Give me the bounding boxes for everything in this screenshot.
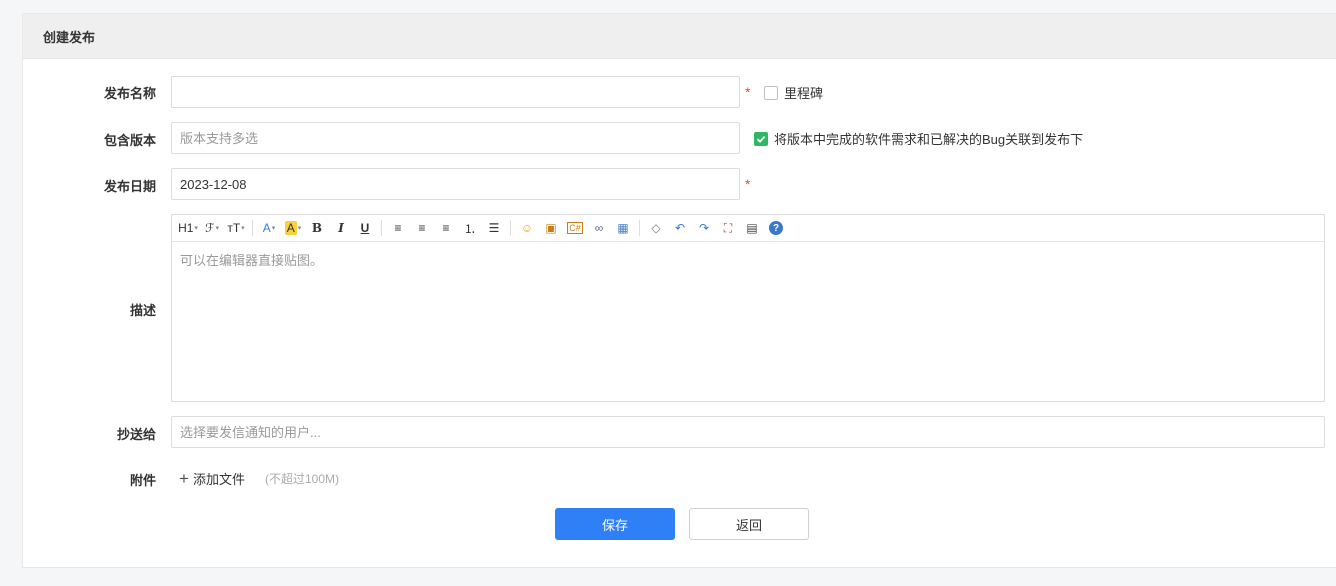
align-center-icon[interactable]: ≡ — [412, 218, 432, 238]
emoji-icon[interactable]: ☺ — [517, 218, 537, 238]
description-label: 描述 — [129, 303, 156, 318]
release-name-input[interactable] — [171, 76, 740, 108]
back-button[interactable]: 返回 — [689, 508, 809, 540]
font-color-icon[interactable]: A ▾ — [259, 218, 279, 238]
heading-icon[interactable]: H1 ▾ — [178, 218, 198, 238]
toolbar-separator — [639, 220, 640, 236]
undo-icon[interactable]: ↶ — [670, 218, 690, 238]
save-button[interactable]: 保存 — [555, 508, 675, 540]
checkbox-icon[interactable] — [764, 85, 778, 100]
align-right-icon[interactable]: ≡ — [436, 218, 456, 238]
milestone-checkbox[interactable]: 里程碑 — [764, 83, 823, 102]
milestone-label: 里程碑 — [784, 86, 824, 101]
table-icon[interactable]: ▦ — [613, 218, 633, 238]
add-file-button[interactable]: + 添加文件 — [179, 469, 245, 488]
fullscreen-icon[interactable]: ⛶ — [718, 218, 738, 238]
ordered-list-icon[interactable]: ⒈ — [460, 218, 480, 238]
required-mark: * — [745, 176, 751, 192]
link-stories-bugs-label: 将版本中完成的软件需求和已解决的Bug关联到发布下 — [774, 132, 1084, 147]
toolbar-separator — [510, 220, 511, 236]
align-left-icon[interactable]: ≡ — [388, 218, 408, 238]
redo-icon[interactable]: ↷ — [694, 218, 714, 238]
font-family-icon[interactable]: ℱ ▾ — [202, 218, 222, 238]
file-size-hint: (不超过100M) — [265, 472, 340, 486]
release-date-label: 发布日期 — [103, 179, 156, 194]
toolbar-separator — [252, 220, 253, 236]
mailto-label: 抄送给 — [116, 427, 156, 442]
bold-icon[interactable]: B — [307, 218, 327, 238]
files-label: 附件 — [129, 473, 156, 488]
highlight-icon[interactable]: A ▾ — [283, 218, 303, 238]
help-icon[interactable]: ? — [766, 218, 786, 238]
editor-content[interactable]: 可以在编辑器直接贴图。 — [172, 242, 1324, 277]
builds-select[interactable] — [171, 122, 740, 154]
required-mark: * — [745, 84, 751, 100]
unordered-list-icon[interactable]: ☰ — [484, 218, 504, 238]
mailto-input[interactable] — [171, 416, 1325, 448]
underline-icon[interactable]: U — [355, 218, 375, 238]
toolbar-separator — [381, 220, 382, 236]
builds-label: 包含版本 — [103, 133, 156, 148]
create-release-panel: 创建发布 发布名称 * 里程碑 包含版本 将版本中完成的软件需求和已解决的Bug… — [22, 13, 1336, 568]
link-stories-bugs-checkbox[interactable]: 将版本中完成的软件需求和已解决的Bug关联到发布下 — [754, 129, 1083, 148]
source-icon[interactable]: ▤ — [742, 218, 762, 238]
check-icon[interactable] — [754, 131, 768, 146]
release-name-label: 发布名称 — [103, 86, 156, 101]
code-icon[interactable]: C# — [565, 218, 585, 238]
release-date-input[interactable] — [171, 168, 740, 200]
add-file-label: 添加文件 — [192, 472, 245, 487]
editor-toolbar: H1 ▾ ℱ ▾ тT ▾ A ▾ A ▾ B I U ≡ ≡ ≡ ⒈ ☰ ☺ ▣ C# ∞ ▦ ◇ ↶ ↷ ⛶ ▤? — [172, 215, 1324, 242]
description-editor[interactable]: H1 ▾ ℱ ▾ тT ▾ A ▾ A ▾ B I U ≡ ≡ ≡ ⒈ ☰ ☺ ▣ C# ∞ ▦ ◇ ↶ ↷ ⛶ ▤? 可以在编辑器直… — [171, 214, 1325, 402]
eraser-icon[interactable]: ◇ — [646, 218, 666, 238]
panel-title: 创建发布 — [23, 14, 1336, 59]
image-icon[interactable]: ▣ — [541, 218, 561, 238]
font-size-icon[interactable]: тT ▾ — [226, 218, 246, 238]
link-icon[interactable]: ∞ — [589, 218, 609, 238]
plus-icon: + — [179, 469, 189, 488]
italic-icon[interactable]: I — [331, 218, 351, 238]
